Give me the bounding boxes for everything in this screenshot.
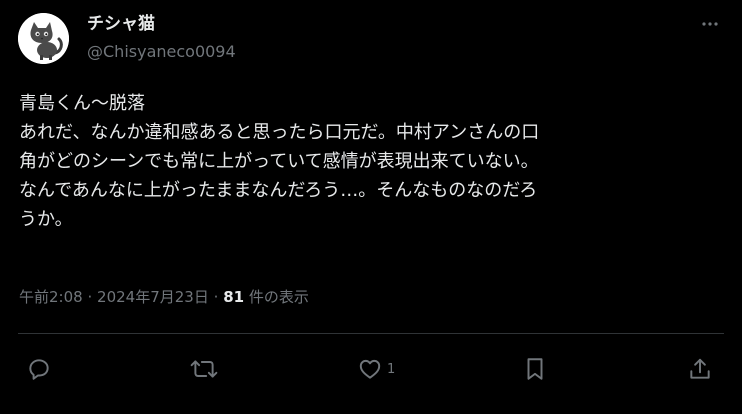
like-count: 1	[387, 361, 396, 377]
heart-icon	[359, 359, 381, 379]
reply-button[interactable]	[26, 355, 52, 383]
post-text-line: なんであんなに上がったままなんだろう…。そんなものなのだろ	[19, 180, 538, 201]
user-handle[interactable]: @Chisyaneco0094	[87, 42, 236, 62]
post-text-line: 青島くん〜脱落	[19, 93, 145, 114]
post-text: 青島くん〜脱落 あれだ、なんか違和感あると思ったら口元だ。中村アンさんの口 角が…	[19, 89, 724, 234]
share-icon	[690, 358, 710, 379]
repost-button[interactable]	[190, 355, 218, 383]
share-button[interactable]	[687, 355, 713, 383]
post-time[interactable]: 午前2:08	[19, 288, 83, 306]
repost-icon	[190, 360, 218, 378]
post-meta: 午前2:08 · 2024年7月23日 · 81 件の表示	[19, 287, 309, 307]
bookmark-button[interactable]	[523, 355, 547, 383]
post-date[interactable]: 2024年7月23日	[97, 288, 209, 306]
views-label: 件の表示	[244, 288, 309, 306]
more-options-button[interactable]	[694, 10, 726, 38]
cat-avatar-icon	[18, 13, 69, 64]
meta-separator: ·	[87, 288, 93, 306]
reply-icon	[29, 359, 49, 380]
avatar[interactable]	[18, 13, 69, 64]
bookmark-icon	[527, 358, 543, 380]
divider	[18, 333, 724, 334]
views-count: 81	[223, 288, 245, 306]
post: チシャ猫 @Chisyaneco0094 青島くん〜脱落 あれだ、なんか違和感あ…	[0, 0, 742, 414]
meta-separator: ·	[213, 288, 219, 306]
like-button[interactable]: 1	[357, 355, 395, 383]
post-text-line: 角がどのシーンでも常に上がっていて感情が表現出来ていない。	[19, 151, 539, 172]
more-icon	[702, 22, 718, 26]
display-name[interactable]: チシャ猫	[87, 13, 155, 35]
post-text-line: うか。	[19, 209, 73, 230]
post-text-line: あれだ、なんか違和感あると思ったら口元だ。中村アンさんの口	[19, 122, 540, 143]
